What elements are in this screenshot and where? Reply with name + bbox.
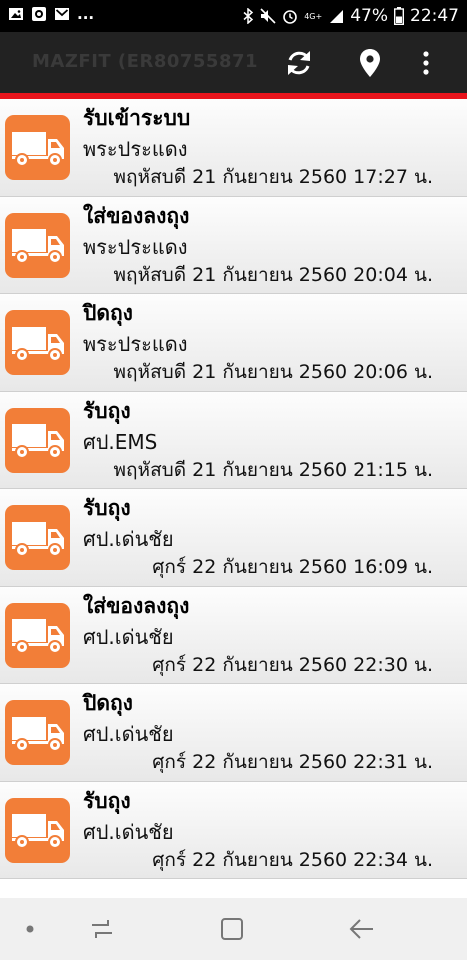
tracking-event[interactable]: รับถุง ศป.EMS พฤหัสบดี 21 กันยายน 2560 2… (0, 391, 467, 489)
battery-percent: 47% (350, 6, 388, 26)
event-status: รับถุง (83, 398, 131, 423)
clock: 22:47 (410, 6, 459, 26)
event-datetime: ศุกร์ 22 กันยายน 2560 22:34 น. (152, 848, 433, 871)
event-status: รับถุง (83, 496, 131, 520)
event-icon-tile (5, 602, 70, 668)
more-options-button[interactable] (407, 44, 445, 82)
truck-icon (11, 131, 64, 167)
home-button[interactable] (212, 909, 252, 949)
truck-icon (11, 521, 64, 557)
event-location: ศป.เด่นชัย (83, 722, 174, 746)
tracking-event[interactable]: รับถุง ศป.เด่นชัย ศุกร์ 22 กันยายน 2560 … (0, 489, 467, 587)
back-icon (349, 919, 373, 939)
network-icon: 4G+ (304, 11, 323, 21)
dot-icon (26, 925, 34, 933)
event-location: ศป.เด่นชัย (83, 624, 174, 649)
event-location: ศป.เด่นชัย (83, 527, 174, 551)
back-button[interactable] (342, 909, 382, 949)
app-title: MAZFIT (ER80755871 (32, 51, 259, 72)
event-location: พระประแดง (83, 234, 188, 259)
event-status: ปิดถุง (83, 301, 133, 325)
mute-icon (260, 8, 276, 24)
event-status: รับถุง (83, 788, 131, 813)
bluetooth-icon (243, 8, 254, 24)
gmail-icon (55, 8, 69, 20)
recent-apps-icon (92, 920, 112, 938)
app-bar: MAZFIT (ER80755871 (0, 32, 467, 93)
refresh-button[interactable] (280, 44, 318, 82)
signal-icon (330, 10, 344, 23)
event-icon-tile (5, 310, 70, 375)
event-icon-tile (5, 505, 70, 570)
event-datetime: ศุกร์ 22 กันยายน 2560 22:30 น. (152, 653, 433, 676)
truck-icon (11, 716, 64, 752)
more-options-icon (423, 51, 429, 75)
status-notifications: ... (8, 6, 94, 22)
tracking-event[interactable]: รับเข้าระบบ พระประแดง พฤหัสบดี 21 กันยาย… (0, 99, 467, 197)
alarm-icon (283, 10, 298, 24)
nav-dot-button[interactable] (10, 909, 50, 949)
status-bar: ... 4G+ 47% 22:47 (0, 0, 467, 32)
event-icon-tile (5, 797, 70, 863)
tracking-list: รับเข้าระบบ พระประแดง พฤหัสบดี 21 กันยาย… (0, 99, 467, 879)
truck-icon (11, 424, 64, 459)
truck-icon (11, 229, 64, 264)
event-icon-tile (5, 212, 70, 278)
home-icon (221, 918, 243, 940)
event-location: ศป.EMS (83, 429, 158, 454)
navigation-bar (0, 898, 467, 960)
event-status: ใส่ของลงถุง (83, 203, 190, 228)
event-datetime: พฤหัสบดี 21 กันยายน 2560 20:04 น. (113, 263, 433, 286)
status-system: 4G+ 47% 22:47 (243, 5, 459, 27)
tracking-event[interactable]: ใส่ของลงถุง ศป.เด่นชัย ศุกร์ 22 กันยายน … (0, 586, 467, 684)
refresh-icon (288, 51, 310, 75)
location-button[interactable] (351, 44, 389, 82)
truck-icon (11, 814, 64, 849)
event-datetime: ศุกร์ 22 กันยายน 2560 22:31 น. (152, 751, 433, 773)
event-datetime: ศุกร์ 22 กันยายน 2560 16:09 น. (152, 556, 433, 578)
tracking-event[interactable]: ใส่ของลงถุง พระประแดง พฤหัสบดี 21 กันยาย… (0, 196, 467, 294)
tracking-event[interactable]: ปิดถุง พระประแดง พฤหัสบดี 21 กันยายน 256… (0, 294, 467, 392)
notification-overflow: ... (77, 5, 95, 23)
battery-icon (394, 7, 404, 25)
event-location: พระประแดง (83, 137, 188, 161)
event-status: ปิดถุง (83, 691, 133, 715)
image-icon (9, 8, 23, 20)
tracking-event[interactable]: รับถุง ศป.เด่นชัย ศุกร์ 22 กันยายน 2560 … (0, 781, 467, 879)
truck-icon (11, 326, 64, 362)
truck-icon (11, 619, 64, 654)
event-location: ศป.เด่นชัย (83, 819, 174, 844)
tracking-event[interactable]: ปิดถุง ศป.เด่นชัย ศุกร์ 22 กันยายน 2560 … (0, 684, 467, 782)
event-icon-tile (5, 115, 70, 180)
event-datetime: พฤหัสบดี 21 กันยายน 2560 17:27 น. (113, 166, 433, 188)
recent-apps-button[interactable] (82, 909, 122, 949)
event-datetime: พฤหัสบดี 21 กันยายน 2560 20:06 น. (113, 361, 433, 383)
event-status: ใส่ของลงถุง (83, 593, 190, 618)
event-status: รับเข้าระบบ (83, 106, 191, 130)
event-location: พระประแดง (83, 332, 188, 356)
event-icon-tile (5, 407, 70, 473)
event-icon-tile (5, 700, 70, 765)
record-icon (32, 7, 46, 21)
event-datetime: พฤหัสบดี 21 กันยายน 2560 21:15 น. (113, 458, 433, 481)
location-pin-icon (360, 49, 380, 77)
